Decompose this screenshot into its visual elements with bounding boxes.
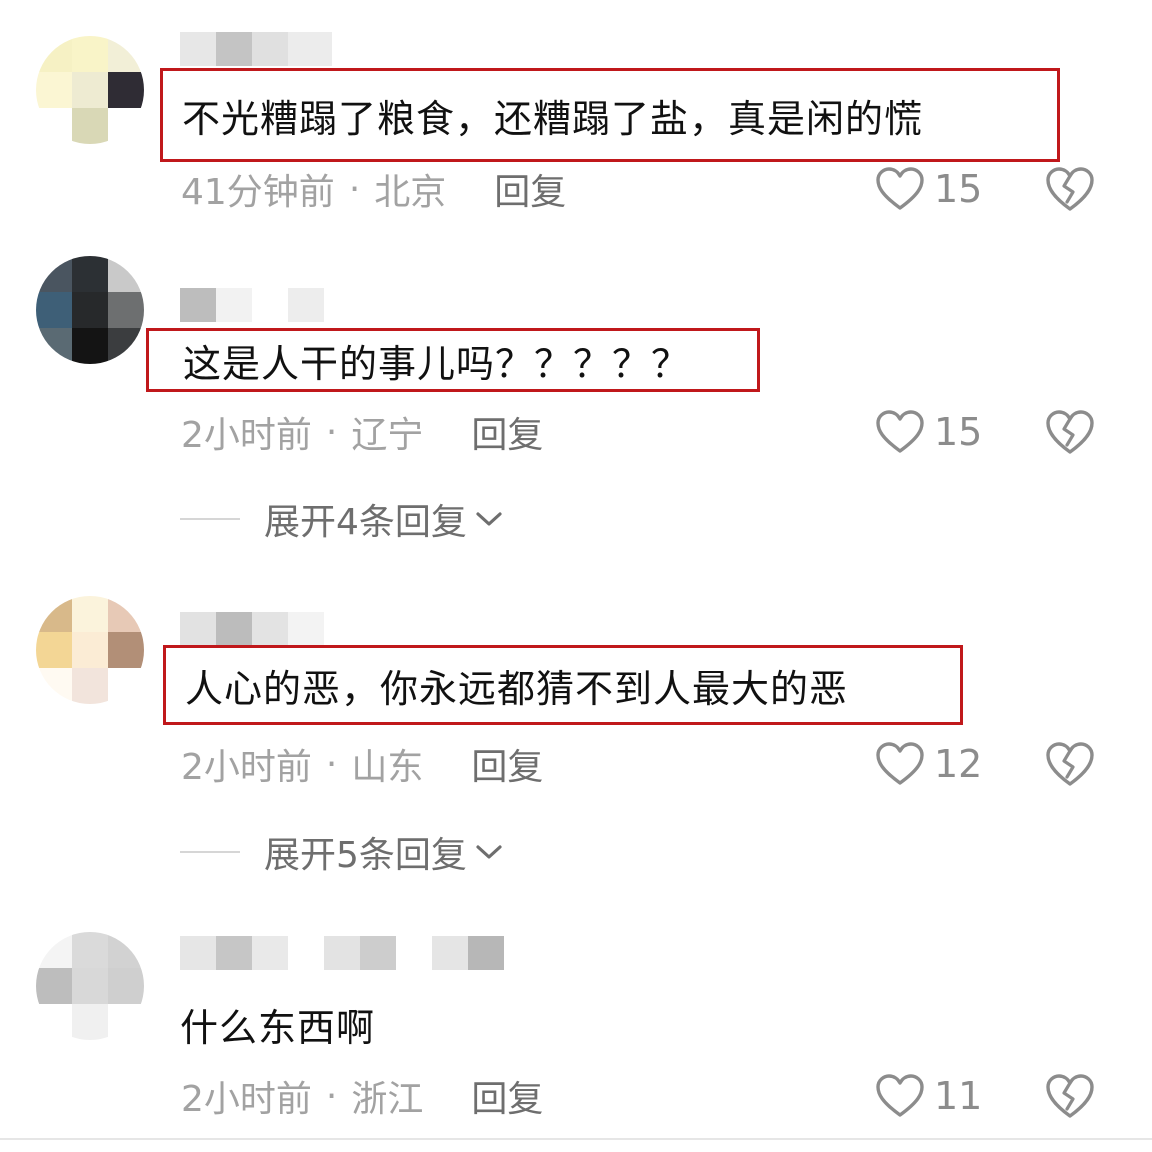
dislike-button[interactable] <box>1046 1073 1094 1119</box>
comment-text-box: 什么东西啊 <box>180 994 375 1054</box>
comment-text: 什么东西啊 <box>180 1005 376 1050</box>
broken-heart-icon <box>1046 1074 1094 1118</box>
comment-item: 什么东西啊 2小时前 · 浙江 回复 11 <box>0 0 1152 1138</box>
comment-location: 浙江 <box>351 1079 424 1120</box>
like-button[interactable]: 11 <box>876 1071 982 1121</box>
like-count: 11 <box>934 1074 983 1118</box>
comment-meta: 2小时前 · 浙江 回复 <box>181 1074 543 1121</box>
comment-time: 2小时前 <box>181 1079 312 1120</box>
reply-button[interactable]: 回复 <box>471 1070 543 1122</box>
meta-separator: · <box>325 1075 338 1117</box>
comment-feed: 不光糟蹋了粮食，还糟蹋了盐，真是闲的慌 41分钟前 · 北京 回复 15 这是人… <box>0 0 1152 1152</box>
username-blurred[interactable] <box>180 936 540 970</box>
bottom-divider <box>0 1138 1152 1140</box>
avatar[interactable] <box>36 932 144 1040</box>
heart-outline-icon <box>876 1074 924 1117</box>
